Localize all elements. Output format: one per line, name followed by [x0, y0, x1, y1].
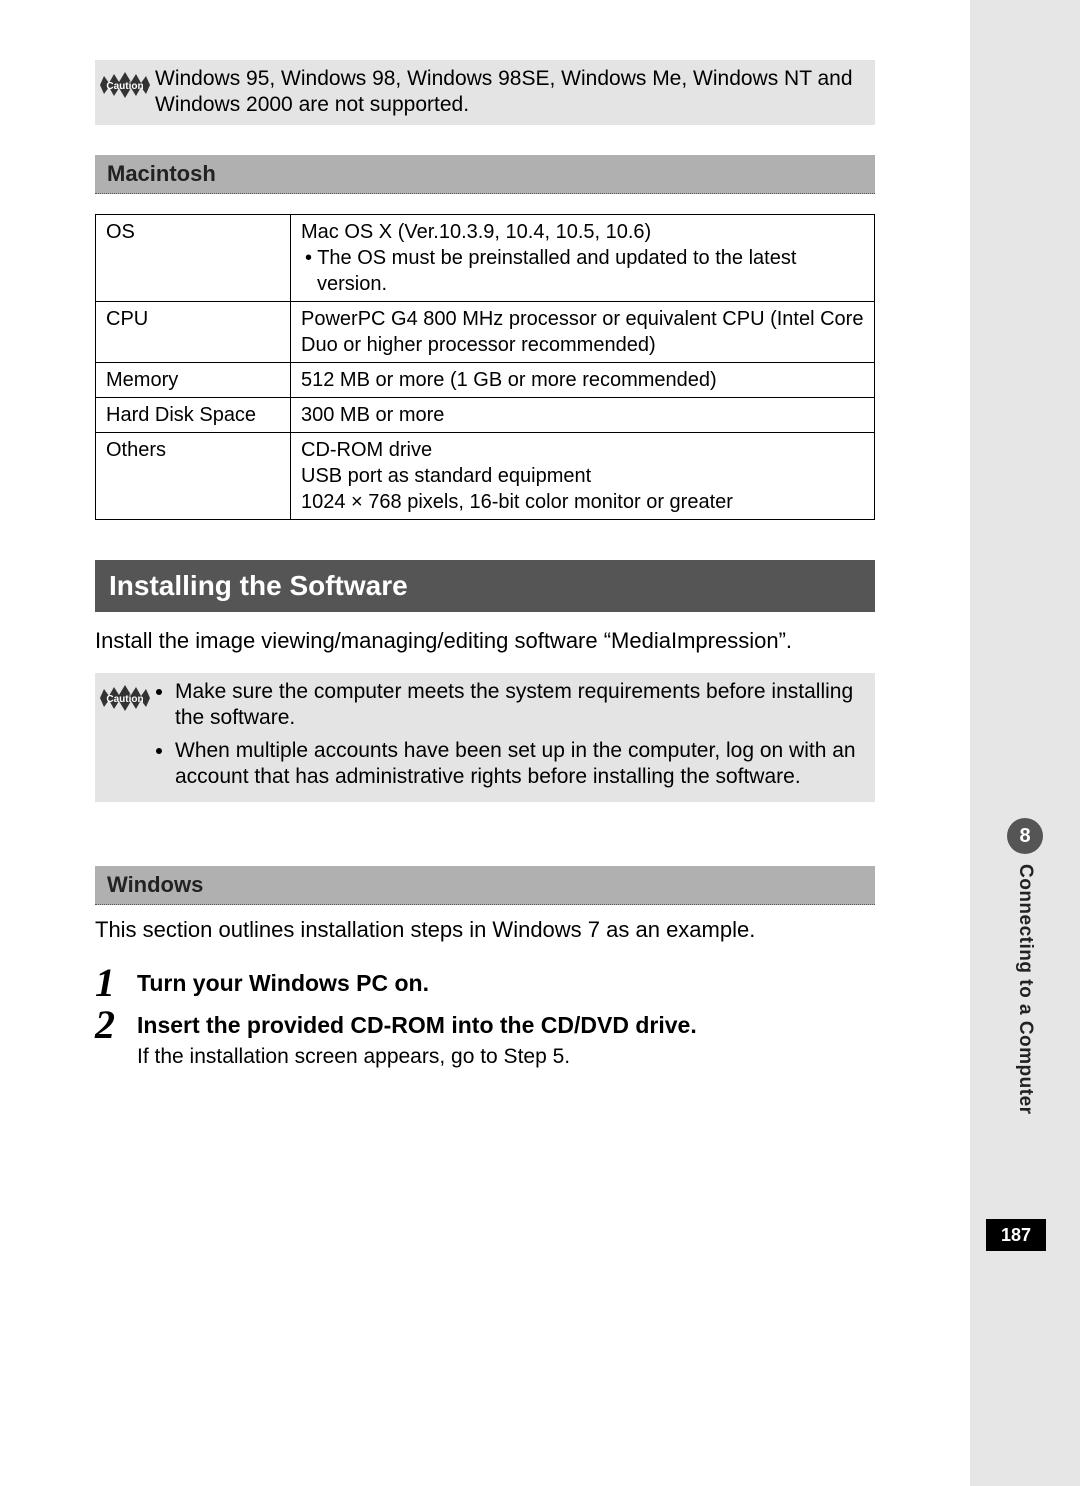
- step-title: Insert the provided CD-ROM into the CD/D…: [137, 1011, 875, 1041]
- page-margin-strip: [970, 0, 1080, 1486]
- install-steps: 1 Turn your Windows PC on. 2 Insert the …: [95, 963, 875, 1071]
- spec-value: 512 MB or more (1 GB or more recommended…: [291, 362, 875, 397]
- svg-text:Caution: Caution: [106, 81, 143, 92]
- spec-label: CPU: [96, 301, 291, 362]
- table-row: CPU PowerPC G4 800 MHz processor or equi…: [96, 301, 875, 362]
- spec-value-line: 1024 × 768 pixels, 16-bit color monitor …: [301, 489, 864, 515]
- spec-label: Memory: [96, 362, 291, 397]
- step-title: Turn your Windows PC on.: [137, 969, 875, 999]
- macintosh-heading: Macintosh: [95, 155, 875, 194]
- table-row: OS Mac OS X (Ver.10.3.9, 10.4, 10.5, 10.…: [96, 214, 875, 301]
- caution-box-install-requirements: Caution Make sure the computer meets the…: [95, 673, 875, 802]
- svg-text:Caution: Caution: [106, 694, 143, 705]
- page-number: 187: [986, 1219, 1046, 1251]
- caution-item: Make sure the computer meets the system …: [175, 679, 865, 732]
- step-body: Insert the provided CD-ROM into the CD/D…: [137, 1005, 875, 1071]
- chapter-number-badge: 8: [1007, 818, 1043, 854]
- caution-box-unsupported-os: Caution Windows 95, Windows 98, Windows …: [95, 60, 875, 125]
- chapter-tab: 8 Connecting to a Computer: [970, 818, 1080, 1115]
- caution-icon: Caution: [95, 66, 155, 102]
- table-row: Others CD-ROM drive USB port as standard…: [96, 432, 875, 519]
- spec-value-note: • The OS must be preinstalled and update…: [301, 245, 864, 297]
- spec-label: Others: [96, 432, 291, 519]
- spec-label: OS: [96, 214, 291, 301]
- spec-value: 300 MB or more: [291, 397, 875, 432]
- spec-label: Hard Disk Space: [96, 397, 291, 432]
- step-number: 2: [95, 1005, 137, 1045]
- step-body: Turn your Windows PC on.: [137, 963, 875, 999]
- step-subtext: If the installation screen appears, go t…: [137, 1043, 875, 1071]
- step-1: 1 Turn your Windows PC on.: [95, 963, 875, 1003]
- spec-value: Mac OS X (Ver.10.3.9, 10.4, 10.5, 10.6) …: [291, 214, 875, 301]
- section-heading-installing-software: Installing the Software: [95, 560, 875, 612]
- caution-item: When multiple accounts have been set up …: [175, 738, 865, 791]
- section-intro: Install the image viewing/managing/editi…: [95, 626, 875, 656]
- spec-value-line: CD-ROM drive: [301, 437, 864, 463]
- caution-text: Make sure the computer meets the system …: [155, 679, 865, 796]
- windows-intro: This section outlines installation steps…: [95, 915, 875, 945]
- spec-value: CD-ROM drive USB port as standard equipm…: [291, 432, 875, 519]
- page-content: Caution Windows 95, Windows 98, Windows …: [0, 0, 970, 1073]
- windows-heading: Windows: [95, 866, 875, 905]
- step-2: 2 Insert the provided CD-ROM into the CD…: [95, 1005, 875, 1071]
- step-number: 1: [95, 963, 137, 1003]
- macintosh-spec-table: OS Mac OS X (Ver.10.3.9, 10.4, 10.5, 10.…: [95, 214, 875, 520]
- spec-value-line: USB port as standard equipment: [301, 463, 864, 489]
- table-row: Hard Disk Space 300 MB or more: [96, 397, 875, 432]
- chapter-label: Connecting to a Computer: [1014, 864, 1036, 1115]
- caution-icon: Caution: [95, 679, 155, 715]
- spec-value: PowerPC G4 800 MHz processor or equivale…: [291, 301, 875, 362]
- table-row: Memory 512 MB or more (1 GB or more reco…: [96, 362, 875, 397]
- spec-value-main: Mac OS X (Ver.10.3.9, 10.4, 10.5, 10.6): [301, 219, 864, 245]
- caution-text: Windows 95, Windows 98, Windows 98SE, Wi…: [155, 66, 865, 119]
